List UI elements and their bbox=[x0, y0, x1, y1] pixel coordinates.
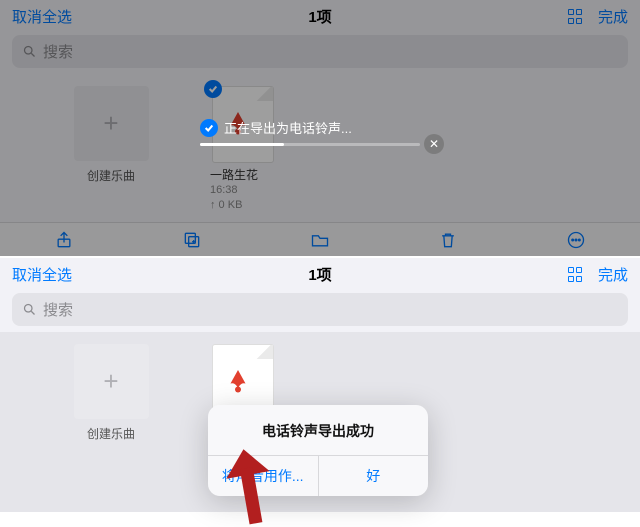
export-hud: 正在导出为电话铃声... ✕ bbox=[200, 118, 420, 146]
create-song-label: 创建乐曲 bbox=[87, 425, 135, 442]
plus-icon: + bbox=[103, 366, 118, 397]
search-input[interactable]: 搜索 bbox=[12, 293, 628, 326]
create-song-tile[interactable]: + 创建乐曲 bbox=[70, 344, 152, 442]
export-hud-text: 正在导出为电话铃声... bbox=[224, 118, 352, 137]
search-icon bbox=[22, 302, 37, 317]
search-placeholder: 搜索 bbox=[43, 299, 73, 320]
cancel-export-button[interactable]: ✕ bbox=[424, 134, 444, 154]
export-progress-bar: ✕ bbox=[200, 143, 420, 146]
hud-check-icon bbox=[200, 119, 218, 137]
ok-button[interactable]: 好 bbox=[319, 456, 429, 496]
alert-title: 电话铃声导出成功 bbox=[208, 405, 428, 455]
item-count: 1项 bbox=[308, 264, 331, 285]
done-button[interactable]: 完成 bbox=[598, 264, 628, 285]
screen-exporting: 取消全选 1项 完成 搜索 + 创建乐曲 一路生花 16:38 ↑ 0 KB bbox=[0, 0, 640, 256]
view-grid-icon[interactable] bbox=[568, 267, 584, 283]
screen-success: 取消全选 1项 完成 搜索 + 创建乐曲 电话铃声导出成功 将声音用作... 好 bbox=[0, 256, 640, 512]
deselect-all-button[interactable]: 取消全选 bbox=[12, 264, 72, 285]
topbar: 取消全选 1项 完成 bbox=[0, 258, 640, 291]
